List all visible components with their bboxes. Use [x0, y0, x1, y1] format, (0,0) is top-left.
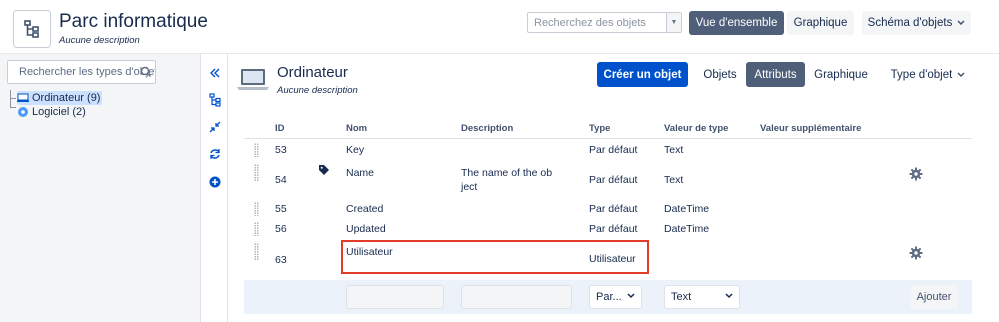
column-header-description: Description: [461, 123, 514, 134]
divider: [244, 138, 972, 139]
row-name[interactable]: Key: [346, 143, 364, 157]
computer-icon: [17, 93, 29, 102]
object-type-sidebar: Rechercher les types d'objet Ordinateur …: [0, 54, 201, 322]
row-name[interactable]: Created: [346, 202, 383, 216]
drag-handle-icon[interactable]: [254, 164, 259, 182]
chevron-down-icon: [725, 293, 733, 299]
object-search-input[interactable]: Recherchez des objets ▼: [527, 12, 682, 33]
chevron-down-icon: [957, 71, 965, 77]
tree-line: [10, 107, 16, 108]
software-icon: [18, 107, 28, 117]
row-description: The name of the ob: [461, 167, 553, 179]
object-schema-menu[interactable]: Schéma d'objets: [862, 11, 971, 35]
label-tag-icon: [318, 164, 330, 179]
search-icon: [140, 66, 152, 81]
type-value-select-value: Text: [671, 291, 692, 303]
drag-handle-icon[interactable]: [254, 222, 259, 236]
graph-button[interactable]: Graphique: [787, 11, 854, 35]
row-id: 53: [275, 144, 287, 156]
gear-icon[interactable]: [909, 246, 923, 263]
laptop-icon: [237, 68, 269, 95]
column-header-extra-value: Valeur supplémentaire: [760, 123, 862, 134]
new-attribute-type-value-select[interactable]: Text: [664, 285, 740, 309]
column-header-name: Nom: [346, 123, 368, 134]
tree-item-ordinateur[interactable]: Ordinateur (9): [17, 91, 103, 105]
collapse-sidebar-icon[interactable]: [208, 66, 222, 80]
hierarchy-icon: [13, 10, 51, 48]
tree-line: [10, 98, 16, 99]
top-header: Parc informatique Aucune description Rec…: [0, 0, 999, 54]
add-attribute-row: Par... Text Ajouter: [244, 280, 972, 314]
row-id: 54: [275, 174, 287, 186]
object-type-menu-label: Type d'objet: [890, 68, 953, 81]
row-id: 63: [275, 254, 287, 266]
page-description: Aucune description: [59, 35, 140, 46]
gear-icon[interactable]: [909, 167, 923, 184]
new-attribute-type-select[interactable]: Par...: [589, 285, 642, 309]
column-header-id: ID: [275, 123, 285, 134]
create-object-button[interactable]: Créer un objet: [597, 62, 688, 87]
new-attribute-description-input[interactable]: [461, 285, 572, 309]
page-title: Parc informatique: [59, 11, 208, 32]
row-name[interactable]: Name: [346, 166, 374, 180]
refresh-icon[interactable]: [208, 147, 222, 161]
tree-item-label: Ordinateur (9): [32, 92, 101, 104]
chevron-down-icon: [627, 293, 635, 299]
overview-button[interactable]: Vue d'ensemble: [689, 11, 784, 35]
add-attribute-button[interactable]: Ajouter: [910, 285, 958, 309]
row-name[interactable]: Updated: [346, 222, 386, 236]
row-type: Par défaut: [589, 144, 638, 156]
sidebar-toolbar: [202, 54, 228, 322]
object-search-placeholder: Recherchez des objets: [534, 17, 646, 29]
highlight-box: [341, 240, 649, 274]
caret-down-icon[interactable]: ▼: [666, 13, 681, 32]
object-type-menu[interactable]: Type d'objet: [883, 62, 973, 87]
drag-handle-icon[interactable]: [254, 202, 259, 216]
chevron-down-icon: [957, 20, 965, 26]
row-id: 55: [275, 203, 287, 215]
object-type-title: Ordinateur: [277, 64, 348, 81]
row-type-value: Text: [664, 144, 684, 156]
type-select-value: Par...: [596, 291, 622, 303]
row-type-value: Text: [664, 174, 684, 186]
tab-graphique[interactable]: Graphique: [809, 62, 873, 87]
row-type: Par défaut: [589, 203, 638, 215]
tree-item-logiciel[interactable]: Logiciel (2): [17, 105, 86, 119]
column-header-type-value: Valeur de type: [664, 123, 729, 134]
row-type: Par défaut: [589, 223, 638, 235]
tree-line: [10, 90, 11, 108]
object-type-description: Aucune description: [277, 85, 358, 96]
row-description: ject: [461, 181, 478, 193]
row-type: Par défaut: [589, 174, 638, 186]
tree-structure-icon[interactable]: [208, 93, 222, 107]
row-id: 56: [275, 223, 287, 235]
tree-item-label: Logiciel (2): [32, 106, 86, 118]
tab-attributs[interactable]: Attributs: [746, 62, 805, 87]
drag-handle-icon[interactable]: [254, 143, 259, 157]
collapse-all-icon[interactable]: [208, 120, 222, 134]
row-type-value: DateTime: [664, 203, 710, 215]
drag-handle-icon[interactable]: [254, 243, 259, 261]
object-type-panel: Ordinateur Aucune description Créer un o…: [229, 54, 999, 322]
row-type-value: DateTime: [664, 223, 710, 235]
object-type-search-placeholder: Rechercher les types d'objet: [19, 66, 156, 78]
add-circle-icon[interactable]: [208, 175, 222, 189]
new-attribute-name-input[interactable]: [346, 285, 444, 309]
tab-objets[interactable]: Objets: [697, 62, 743, 87]
object-schema-label: Schéma d'objets: [867, 17, 953, 29]
column-header-type: Type: [589, 123, 611, 134]
object-type-search-input[interactable]: Rechercher les types d'objet: [7, 60, 156, 84]
